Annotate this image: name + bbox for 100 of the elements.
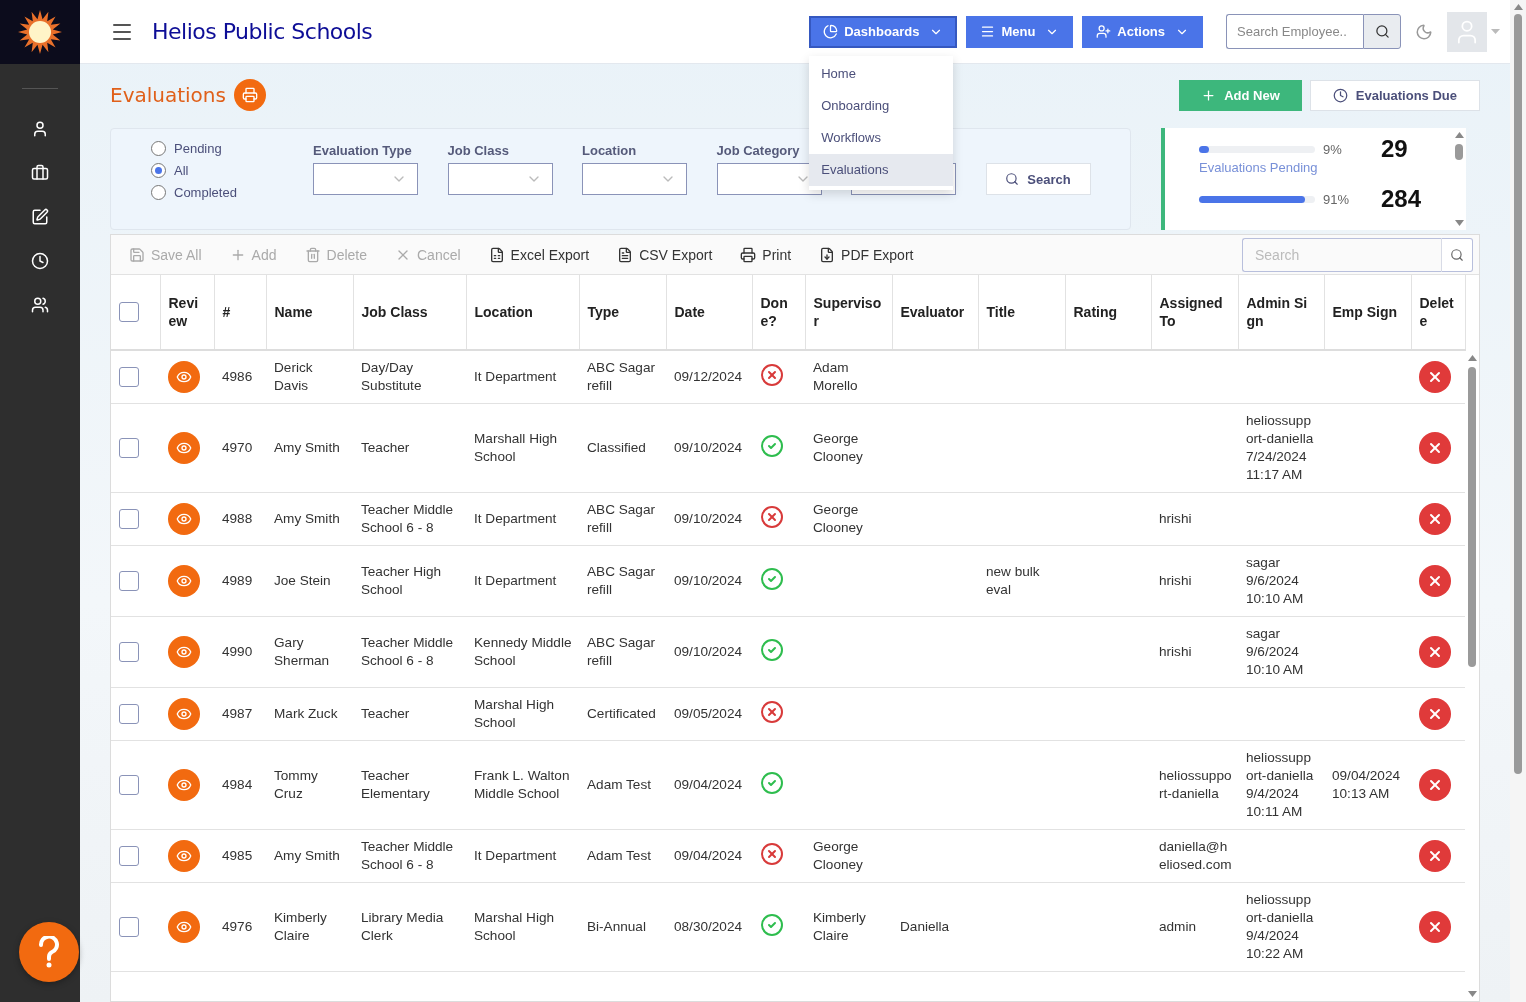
- menu-item[interactable]: Evaluations: [809, 153, 954, 186]
- review-button[interactable]: [168, 503, 200, 535]
- delete-button[interactable]: [1419, 432, 1451, 464]
- column-header[interactable]: Done?: [760, 294, 797, 330]
- delete-button[interactable]: [1419, 361, 1451, 393]
- search-button[interactable]: [1363, 14, 1401, 49]
- select-field[interactable]: [313, 163, 418, 195]
- column-header[interactable]: Assigned To: [1159, 294, 1230, 330]
- briefcase-icon[interactable]: [31, 164, 49, 182]
- column-header[interactable]: #: [222, 303, 258, 321]
- table-cell: Teacher Middle School 6 - 8: [361, 502, 454, 535]
- column-header[interactable]: Title: [986, 303, 1057, 321]
- menu-item[interactable]: Home: [809, 57, 954, 90]
- print-button[interactable]: [233, 79, 266, 111]
- moon-icon: [1415, 22, 1433, 41]
- search-button[interactable]: [1441, 237, 1473, 272]
- table-cell: heliossupport-daniella: [1159, 768, 1232, 801]
- column-header[interactable]: Review: [168, 294, 206, 330]
- checkbox[interactable]: [119, 917, 139, 937]
- select-field[interactable]: [582, 163, 687, 195]
- review-button[interactable]: [168, 911, 200, 943]
- count-value: 29: [1381, 135, 1408, 163]
- select-field[interactable]: [447, 163, 553, 195]
- table-cell: 09/10/2024: [674, 511, 743, 526]
- menu-item[interactable]: Onboarding: [809, 89, 954, 122]
- clock-icon[interactable]: [31, 252, 49, 270]
- table-cell: 09/05/2024: [674, 706, 743, 721]
- delete-button[interactable]: [1419, 636, 1451, 668]
- grid-search-field[interactable]: Search: [1242, 237, 1441, 272]
- delete-button[interactable]: [1419, 840, 1451, 872]
- help-button[interactable]: [19, 922, 79, 982]
- delete-button[interactable]: [1419, 769, 1451, 801]
- table-cell: admin: [1159, 919, 1197, 934]
- checkbox[interactable]: [119, 642, 139, 662]
- review-button[interactable]: [168, 698, 200, 730]
- checkbox[interactable]: [119, 704, 139, 724]
- question-mark-icon: [38, 936, 60, 968]
- nav-menu-button[interactable]: Dashboards: [809, 15, 958, 48]
- nav-menu-button[interactable]: Actions: [1082, 15, 1203, 48]
- scrollbar-thumb[interactable]: [1514, 14, 1522, 774]
- delete-button[interactable]: [1419, 503, 1451, 535]
- column-header[interactable]: Date: [674, 303, 744, 321]
- column-header[interactable]: Rating: [1073, 303, 1143, 321]
- checkbox[interactable]: [119, 509, 139, 529]
- caret-icon[interactable]: [1491, 29, 1500, 34]
- checkbox[interactable]: [119, 571, 139, 591]
- review-button[interactable]: [168, 840, 200, 872]
- review-button[interactable]: [168, 432, 200, 464]
- column-header[interactable]: Admin Sign: [1246, 294, 1316, 330]
- radio-button[interactable]: [151, 184, 166, 200]
- column-header[interactable]: Job Class: [361, 303, 458, 321]
- toolbar-button[interactable]: PDF Export: [819, 246, 914, 263]
- scroll-down-icon[interactable]: [1467, 991, 1477, 997]
- table-cell: Derick Davis: [274, 360, 313, 393]
- table-cell: Teacher High School: [361, 564, 442, 597]
- scroll-up-icon[interactable]: [1454, 132, 1464, 138]
- column-header[interactable]: Type: [587, 303, 658, 321]
- checkbox[interactable]: [119, 302, 139, 322]
- menu-item[interactable]: Workflows: [809, 121, 954, 154]
- evaluations-due-button[interactable]: Evaluations Due: [1309, 79, 1480, 111]
- scrollbar-thumb[interactable]: [1455, 144, 1463, 160]
- radio-button[interactable]: [151, 162, 166, 178]
- user-icon[interactable]: [31, 120, 49, 138]
- eye-icon: [176, 511, 192, 527]
- delete-button[interactable]: [1419, 698, 1451, 730]
- column-header[interactable]: Location: [474, 303, 571, 321]
- scroll-up-icon[interactable]: [1513, 4, 1523, 10]
- review-button[interactable]: [168, 636, 200, 668]
- delete-button[interactable]: [1419, 565, 1451, 597]
- dark-mode-button[interactable]: [1415, 22, 1433, 41]
- employee-search-field[interactable]: Search Employee..: [1226, 14, 1363, 49]
- select-field[interactable]: [716, 163, 822, 195]
- column-header[interactable]: Evaluator: [900, 303, 970, 321]
- scrollbar-thumb[interactable]: [1468, 367, 1477, 667]
- review-button[interactable]: [168, 565, 200, 597]
- column-header[interactable]: Emp Sign: [1332, 303, 1403, 321]
- delete-button[interactable]: [1419, 911, 1451, 943]
- toolbar-button[interactable]: Print: [740, 246, 792, 263]
- column-header[interactable]: Name: [274, 303, 345, 321]
- checkbox[interactable]: [119, 367, 139, 387]
- search-button[interactable]: Search: [985, 163, 1091, 195]
- table-cell: sagar 9/6/2024 10:10 AM: [1246, 626, 1304, 677]
- nav-menu-button[interactable]: Menu: [966, 15, 1074, 48]
- radio-button[interactable]: [151, 140, 166, 156]
- toolbar-button[interactable]: CSV Export: [617, 246, 713, 263]
- search-icon: [1450, 247, 1464, 262]
- column-header[interactable]: Delete: [1419, 294, 1457, 330]
- review-button[interactable]: [168, 769, 200, 801]
- checkbox[interactable]: [119, 846, 139, 866]
- review-button[interactable]: [168, 361, 200, 393]
- scroll-down-icon[interactable]: [1454, 220, 1464, 226]
- checkbox[interactable]: [119, 775, 139, 795]
- checkbox[interactable]: [119, 438, 139, 458]
- clock-icon: [1332, 87, 1348, 103]
- table-cell: hrishi: [1159, 573, 1192, 588]
- toolbar-button[interactable]: Excel Export: [488, 246, 590, 263]
- column-header[interactable]: Supervisor: [813, 294, 884, 330]
- users-icon[interactable]: [31, 296, 49, 314]
- edit-icon[interactable]: [31, 208, 49, 226]
- scroll-up-icon[interactable]: [1467, 355, 1477, 361]
